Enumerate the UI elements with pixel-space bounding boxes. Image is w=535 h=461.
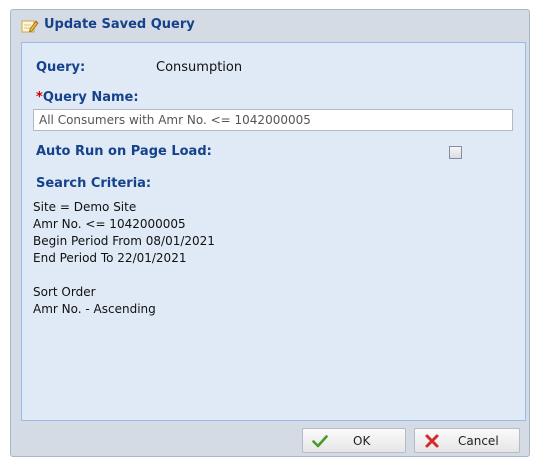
criteria-line: Amr No. <= 1042000005 — [33, 217, 186, 231]
ok-button[interactable]: OK — [302, 428, 406, 453]
ok-button-label: OK — [353, 434, 371, 448]
dialog-titlebar[interactable]: Update Saved Query — [11, 10, 529, 42]
dialog-body: Query: Consumption *Query Name: All Cons… — [21, 42, 526, 421]
query-value: Consumption — [156, 60, 243, 75]
criteria-line — [33, 267, 215, 284]
criteria-line: Amr No. - Ascending — [33, 302, 156, 316]
query-name-input[interactable]: All Consumers with Amr No. <= 1042000005 — [33, 109, 513, 131]
search-criteria-text: Site = Demo Site Amr No. <= 1042000005 B… — [33, 199, 215, 318]
pencil-note-icon — [21, 18, 39, 34]
required-marker: * — [36, 90, 43, 105]
update-saved-query-dialog: Update Saved Query Query: Consumption *Q… — [10, 9, 530, 457]
dialog-title: Update Saved Query — [44, 17, 195, 32]
query-label: Query: — [36, 60, 86, 75]
red-x-icon — [424, 433, 440, 449]
search-criteria-label: Search Criteria: — [36, 176, 152, 191]
query-name-label: Query Name: — [42, 90, 139, 105]
criteria-line: End Period To 22/01/2021 — [33, 251, 187, 265]
criteria-line: Sort Order — [33, 285, 96, 299]
criteria-line: Site = Demo Site — [33, 200, 137, 214]
cancel-button-label: Cancel — [458, 434, 499, 448]
query-name-label-row: *Query Name: — [36, 90, 139, 105]
auto-run-checkbox[interactable] — [449, 146, 462, 159]
criteria-line: Begin Period From 08/01/2021 — [33, 234, 215, 248]
checkmark-icon — [312, 433, 328, 449]
cancel-button[interactable]: Cancel — [414, 428, 520, 453]
auto-run-label: Auto Run on Page Load: — [36, 144, 212, 159]
